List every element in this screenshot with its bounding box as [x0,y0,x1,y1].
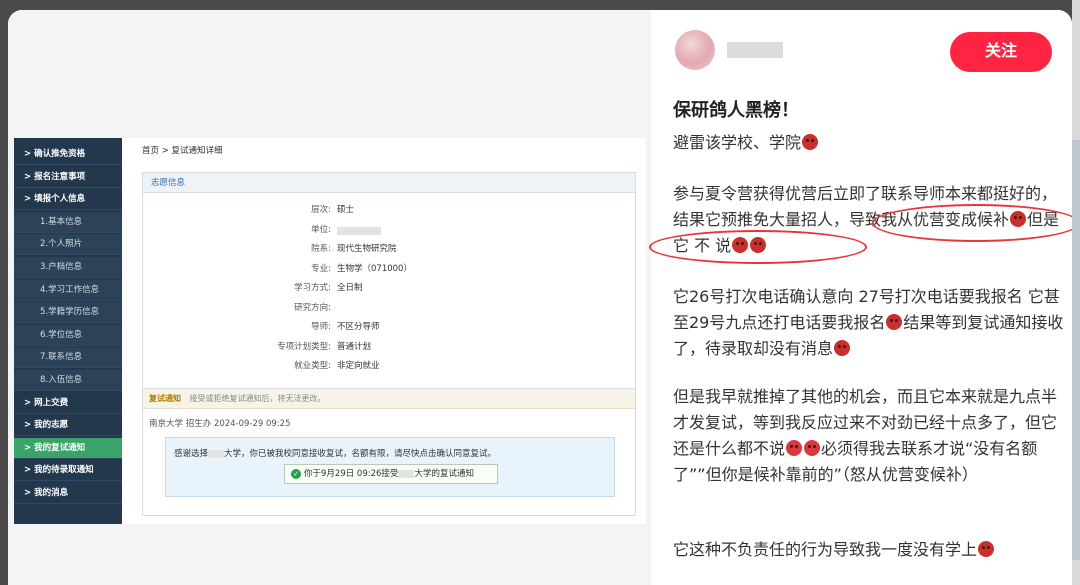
field-value: 现代生物研究院 [337,244,397,254]
sidebar-item[interactable]: > 我的志愿 [14,415,122,437]
notice-box: 感谢选择 大学，你已被我校同意接收复试，名额有限，请尽快点击确认同意复试。 ✓ 你于… [165,437,615,497]
redacted-unit [337,226,381,235]
sidebar-item[interactable]: > 填报个人信息 [14,189,122,211]
angry-face-icon [886,314,903,330]
backdrop-right [1072,0,1080,585]
app-stage: > 确认推免资格 > 报名注意事项 > 填报个人信息 1.基本信息 2.个人照片 3.户档… [0,0,1080,585]
sidebar-item[interactable]: > 网上交费 [14,393,122,414]
field-label: 专业: [311,263,331,274]
volunteer-info-panel: 志愿信息 层次: 硕士 单位: 院系: 现代生物研究院 专业: 生物学（071000） 学习方… [142,172,636,392]
redacted-school [398,469,415,478]
sidebar: > 确认推免资格 > 报名注意事项 > 填报个人信息 1.基本信息 2.个人照片 3.户档… [14,138,122,524]
pouting-face-icon [804,440,821,456]
field-value: 不区分导师 [337,322,380,332]
field-label: 层次: [311,205,331,215]
field-value: 普通计划 [337,341,372,352]
field-label: 院系: [311,244,331,254]
retest-notice-header: 复试通知 接受或拒绝复试通知后，将无法更改。 [143,389,635,409]
breadcrumb: 首页 > 复试通知详细 [142,146,223,156]
pouting-face-icon [786,440,803,456]
field-row: 专项计划类型: 普通计划 [143,338,637,357]
sidebar-item[interactable]: 7.联系信息 [14,347,122,369]
angry-face-icon [834,340,851,356]
field-row: 层次: 硕士 [143,201,637,220]
sidebar-item[interactable]: 1.基本信息 [14,211,122,233]
next-post-peek[interactable] [1072,140,1080,560]
sidebar-item[interactable]: > 我的待录取通知 [14,460,122,482]
red-annotation-circle [649,230,867,264]
post-paragraph-1: 避雷该学校、学院 [673,130,1065,156]
sidebar-item[interactable]: 4.学习工作信息 [14,279,122,301]
sidebar-item[interactable]: > 确认推免资格 [14,144,122,165]
post-image[interactable]: > 确认推免资格 > 报名注意事项 > 填报个人信息 1.基本信息 2.个人照片 3.户档… [8,10,651,585]
redacted-school [208,449,225,458]
sidebar-item[interactable]: > 报名注意事项 [14,167,122,188]
admission-system-screenshot: > 确认推免资格 > 报名注意事项 > 填报个人信息 1.基本信息 2.个人照片 3.户档… [14,138,646,524]
post-card: > 确认推免资格 > 报名注意事项 > 填报个人信息 1.基本信息 2.个人照片 3.户档… [8,10,1072,585]
sidebar-item[interactable]: 6.学位信息 [14,324,122,346]
red-annotation-circle [872,204,1072,242]
accepted-notice-button[interactable]: ✓ 你于9月29日 09:26接受 大学的复试通知 [284,464,498,484]
field-label: 研究方向: [294,302,331,313]
notice-text: 感谢选择 大学，你已被我校同意接收复试，名额有限，请尽快点击确认同意复试。 [174,449,497,459]
notice-sender: 南京大学 招生办 2024-09-29 09:25 [149,419,291,429]
field-row: 学习方式: 全日制 [143,279,637,298]
field-label: 专项计划类型: [277,341,331,352]
field-value: 生物学（071000） [337,263,412,274]
sidebar-item[interactable]: 5.学籍学历信息 [14,302,122,324]
sidebar-item[interactable]: 8.入伍信息 [14,370,122,391]
angry-face-icon [802,134,819,150]
field-label: 单位: [311,224,331,235]
sidebar-item[interactable]: > 我的复试通知 [14,437,122,459]
post-paragraph-3: 它26号打次电话确认意向 27号打次电话要我报名 它甚至29号九点还打电话要我报… [673,287,1064,358]
post-paragraph-5: 它这种不负责任的行为导致我一度没有学上 [673,537,1065,563]
field-row: 就业类型: 非定向就业 [143,357,637,376]
field-value: 非定向就业 [337,361,380,371]
username-blurred[interactable] [727,42,783,58]
post-title: 保研鸽人黑榜！ [673,100,799,121]
field-label: 学习方式: [294,283,331,293]
retest-notice-title: 复试通知 [149,394,181,403]
retest-notice-panel: 复试通知 接受或拒绝复试通知后，将无法更改。 南京大学 招生办 2024-09-… [142,388,636,516]
angry-face-icon [978,541,995,557]
retest-notice-desc: 接受或拒绝复试通知后，将无法更改。 [189,394,326,403]
field-row: 专业: 生物学（071000） [143,260,637,279]
field-label: 导师: [311,322,331,332]
field-row: 单位: [143,221,637,240]
post-panel: 关注 保研鸽人黑榜！ 避雷该学校、学院 参与夏令营获得优营后立即了联系导师本来都… [649,10,1072,585]
sidebar-item[interactable]: > 我的消息 [14,483,122,504]
field-value: 硕士 [337,205,355,215]
follow-button[interactable]: 关注 [950,32,1052,72]
field-row: 院系: 现代生物研究院 [143,240,637,259]
sidebar-item[interactable]: 2.个人照片 [14,234,122,256]
field-value: 全日制 [337,283,363,293]
post-paragraph-4: 但是我早就推掉了其他的机会，而且它本来就是九点半才发复试，等到我反应过来不对劲已… [673,387,1058,484]
volunteer-info-title: 志愿信息 [143,173,635,193]
field-row: 导师: 不区分导师 [143,318,637,337]
field-label: 就业类型: [294,361,331,371]
avatar[interactable] [675,30,715,70]
field-row: 研究方向: [143,299,637,318]
check-circle-icon: ✓ [291,468,301,479]
sidebar-item[interactable]: 3.户档信息 [14,257,122,278]
